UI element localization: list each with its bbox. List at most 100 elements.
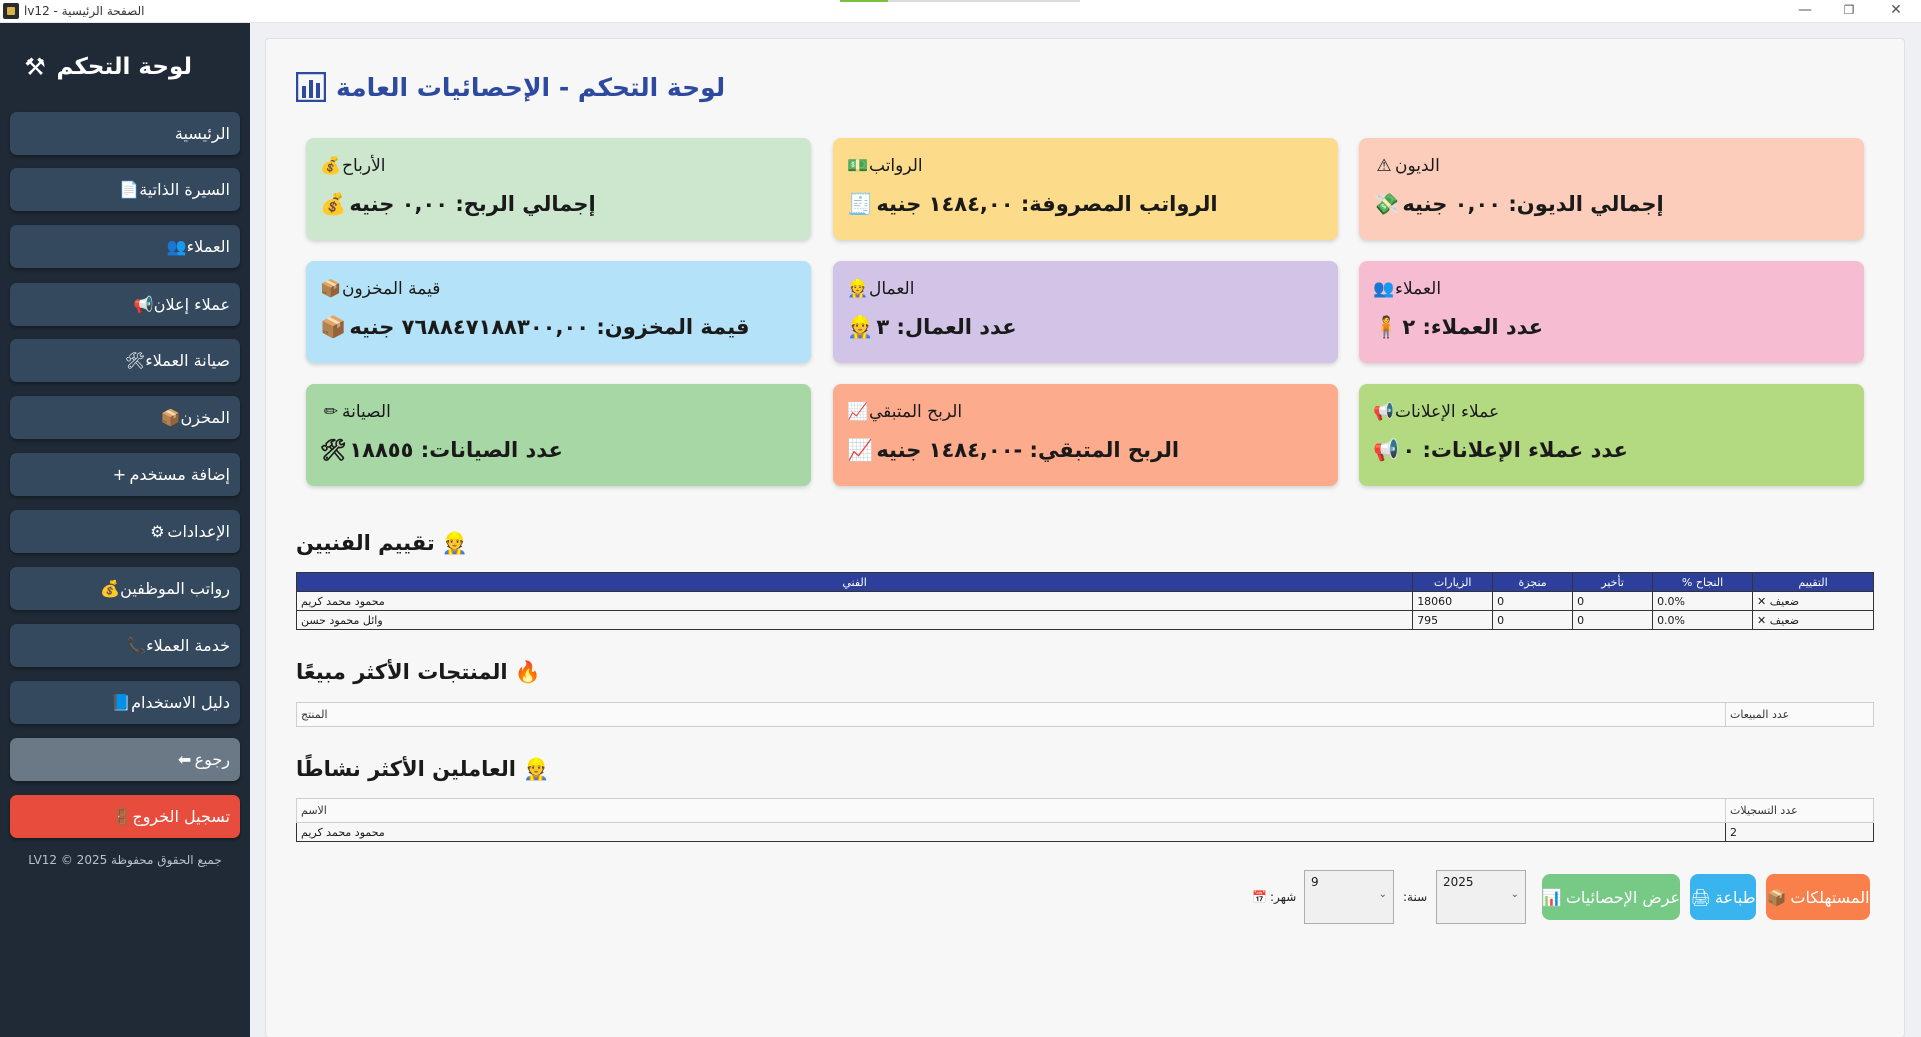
debts-card: ⚠ الديون 💸 إجمالي الديون: ٠,٠٠ جنيه bbox=[1359, 138, 1864, 240]
sidebar-item-label: المخزن bbox=[180, 408, 230, 427]
loading-strip bbox=[840, 0, 1080, 2]
sidebar-item-ad-clients[interactable]: عملاء إعلان 📢 bbox=[10, 283, 240, 326]
sidebar-item-home[interactable]: الرئيسية bbox=[10, 112, 240, 155]
card-value: عدد عملاء الإعلانات: ٠ bbox=[1402, 438, 1628, 462]
card-value: إجمالي الديون: ٠,٠٠ جنيه bbox=[1402, 192, 1664, 216]
restore-button[interactable]: ❐ bbox=[1827, 0, 1871, 22]
card-value-icon: 💸 bbox=[1373, 192, 1400, 216]
card-value: قيمة المخزون: ٧٦٨٨٤٧١٨٨٣٠٠,٠٠ جنيه bbox=[349, 315, 750, 339]
document-icon: 📄 bbox=[119, 180, 140, 199]
sidebar-item-add-user[interactable]: إضافة مستخدم + bbox=[10, 453, 240, 496]
door-icon: 🚪 bbox=[112, 807, 133, 826]
logout-button[interactable]: تسجيل الخروج 🚪 bbox=[10, 795, 240, 838]
sidebar-item-salaries[interactable]: رواتب الموظفين 💰 bbox=[10, 567, 240, 610]
salaries-card: 💵الرواتب 🧾 الرواتب المصروفة: ١٤٨٤,٠٠ جنيه bbox=[833, 138, 1338, 240]
col-registrations[interactable]: عدد التسجيلات bbox=[1725, 798, 1874, 823]
card-value: عدد العملاء: ٢ bbox=[1402, 315, 1544, 339]
sidebar-item-clients[interactable]: العملاء 👥 bbox=[10, 225, 240, 268]
sidebar-item-label: دليل الاستخدام bbox=[131, 693, 230, 712]
table-row[interactable]: محمود محمد كريم 2 bbox=[295, 822, 1874, 842]
col-visits[interactable]: الزيارات bbox=[1412, 572, 1494, 592]
col-product[interactable]: المنتج bbox=[295, 702, 1727, 727]
users-icon: 👥 bbox=[166, 237, 187, 256]
close-button[interactable]: ✕ bbox=[1874, 0, 1918, 22]
card-title: قيمة المخزون bbox=[342, 279, 441, 299]
col-success[interactable]: % النجاح bbox=[1652, 572, 1754, 592]
money-bag-icon: 💰 bbox=[100, 579, 121, 598]
consumables-label: المستهلكات bbox=[1790, 887, 1870, 907]
cell-success: 0.0% bbox=[1652, 591, 1754, 611]
table-header-row: الفني الزيارات منجزة تأخير % النجاح التق… bbox=[295, 572, 1874, 592]
table-row[interactable]: محمود محمد كريم 18060 0 0 0.0% ✕ ضعيف bbox=[295, 591, 1874, 611]
bar-chart-icon: 📊 bbox=[1541, 887, 1562, 907]
show-stats-button[interactable]: 📊 عرض الإحصائيات bbox=[1542, 874, 1680, 920]
card-value-icon: 🧍 bbox=[1373, 315, 1400, 339]
year-select[interactable]: 2025 ⌄ bbox=[1436, 870, 1526, 924]
card-title-icon: 📦 bbox=[320, 279, 342, 299]
month-select-value: 9 bbox=[1311, 875, 1319, 889]
col-technician[interactable]: الفني bbox=[295, 572, 1414, 592]
print-label: طباعة bbox=[1714, 887, 1756, 907]
sidebar-item-cv[interactable]: السيرة الذاتية 📄 bbox=[10, 168, 240, 211]
col-delay[interactable]: تأخير bbox=[1572, 572, 1654, 592]
cell-delay: 0 bbox=[1572, 591, 1654, 611]
print-button[interactable]: 🖨 طباعة bbox=[1690, 874, 1756, 920]
cell-done: 0 bbox=[1492, 591, 1574, 611]
card-title: الصيانة bbox=[342, 402, 391, 422]
top-products-section-title: 🔥 المنتجات الأكثر مبيعًا bbox=[296, 656, 541, 688]
cell-name: محمود محمد كريم bbox=[295, 591, 1414, 611]
sidebar-item-client-maintenance[interactable]: صيانة العملاء 🛠 bbox=[10, 339, 240, 382]
plus-icon: + bbox=[112, 465, 127, 484]
app-icon bbox=[3, 3, 19, 19]
copyright-text: جميع الحقوق محفوظة LV12 © 2025 bbox=[28, 853, 222, 867]
sidebar-item-customer-service[interactable]: خدمة العملاء 📞 bbox=[10, 624, 240, 667]
card-title-icon: 👥 bbox=[1373, 279, 1395, 299]
sidebar-item-label: عملاء إعلان bbox=[153, 295, 230, 314]
close-icon: ✕ bbox=[1757, 594, 1767, 608]
month-label: :شهر bbox=[1270, 890, 1297, 904]
card-value-icon: 🧾 bbox=[847, 192, 874, 216]
col-sales-count[interactable]: عدد المبيعات bbox=[1725, 702, 1874, 727]
page-title: لوحة التحكم - الإحصائيات العامة bbox=[336, 73, 726, 102]
table-row[interactable]: وائل محمود حسن 795 0 0 0.0% ✕ ضعيف bbox=[295, 610, 1874, 630]
box-icon: 📦 bbox=[160, 408, 181, 427]
minimize-button[interactable]: — bbox=[1783, 0, 1827, 22]
sidebar-item-user-guide[interactable]: دليل الاستخدام 📘 bbox=[10, 681, 240, 724]
sidebar-item-label: إضافة مستخدم bbox=[129, 465, 230, 484]
ad-clients-card: 📢عملاء الإعلانات 📢 عدد عملاء الإعلانات: ٠ bbox=[1359, 384, 1864, 486]
sidebar-item-settings[interactable]: الإعدادات ⚙ bbox=[10, 510, 240, 553]
card-value: عدد الصيانات: ١٨٨٥٥ bbox=[349, 438, 563, 462]
sidebar-item-label: رجوع bbox=[194, 750, 230, 769]
sidebar-item-warehouse[interactable]: المخزن 📦 bbox=[10, 396, 240, 439]
sidebar-title: لوحة التحكم bbox=[56, 54, 192, 80]
card-title: العمال bbox=[869, 279, 915, 299]
sidebar-item-label: الرئيسية bbox=[174, 124, 230, 143]
col-done[interactable]: منجزة bbox=[1492, 572, 1574, 592]
col-name[interactable]: الاسم bbox=[295, 798, 1727, 823]
show-stats-label: عرض الإحصائيات bbox=[1565, 887, 1681, 907]
sidebar-item-label: صيانة العملاء bbox=[145, 351, 230, 370]
book-icon: 📘 bbox=[111, 693, 132, 712]
cell-done: 0 bbox=[1492, 610, 1574, 630]
technicians-title-text: تقييم الفنيين bbox=[296, 531, 435, 555]
top-workers-title-text: العاملين الأكثر نشاطًا bbox=[296, 757, 516, 781]
col-rating[interactable]: التقييم bbox=[1752, 572, 1874, 592]
tools-icon: 🛠 bbox=[124, 351, 146, 370]
year-select-value: 2025 bbox=[1443, 875, 1474, 889]
card-title-icon: 💵 bbox=[847, 156, 869, 176]
consumables-button[interactable]: 📦 المستهلكات bbox=[1766, 874, 1870, 920]
cell-count: 2 bbox=[1725, 822, 1874, 842]
card-value-icon: 💰 bbox=[320, 192, 347, 216]
back-button[interactable]: رجوع ⬅ bbox=[10, 738, 240, 781]
remaining-profit-card: 📈الربح المتبقي 📈 الربح المتبقي: -١٤٨٤,٠٠ … bbox=[833, 384, 1338, 486]
card-value-icon: 📈 bbox=[847, 438, 874, 462]
card-value-icon: 📢 bbox=[1373, 438, 1400, 462]
card-title: الديون bbox=[1395, 156, 1440, 176]
card-title-icon: ✏ bbox=[323, 402, 339, 422]
sidebar-item-label: السيرة الذاتية bbox=[139, 180, 230, 199]
cell-delay: 0 bbox=[1572, 610, 1654, 630]
card-value-icon: 📦 bbox=[320, 315, 347, 339]
month-select[interactable]: 9 ⌄ bbox=[1304, 870, 1394, 924]
gear-icon: ⚙ bbox=[150, 522, 165, 541]
card-value: إجمالي الربح: ٠,٠٠ جنيه bbox=[349, 192, 596, 216]
